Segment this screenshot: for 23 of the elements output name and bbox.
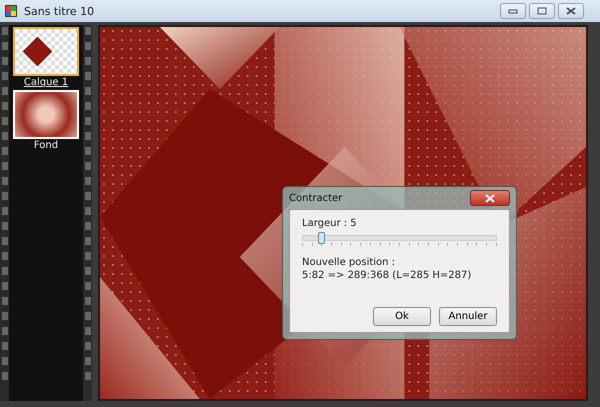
width-label: Largeur : 5 bbox=[302, 218, 358, 229]
close-button[interactable] bbox=[558, 3, 584, 19]
minimize-button[interactable] bbox=[500, 3, 526, 19]
layer-item[interactable]: Fond bbox=[13, 90, 79, 151]
minimize-icon bbox=[508, 8, 518, 14]
layer-thumbnail[interactable] bbox=[13, 27, 79, 76]
close-icon bbox=[566, 7, 576, 15]
maximize-icon bbox=[537, 7, 547, 15]
window-title: Sans titre 10 bbox=[24, 4, 94, 18]
slider-thumb[interactable] bbox=[318, 232, 325, 244]
maximize-button[interactable] bbox=[529, 3, 555, 19]
position-value: 5:82 => 289:368 (L=285 H=287) bbox=[302, 270, 472, 281]
layer-name: Fond bbox=[34, 140, 58, 151]
dialog-button[interactable]: Ok bbox=[373, 307, 431, 326]
close-icon bbox=[485, 194, 495, 202]
dialog-title: Contracter bbox=[289, 192, 342, 204]
app-icon bbox=[4, 4, 18, 18]
position-label: Nouvelle position : bbox=[302, 257, 396, 268]
close-button[interactable] bbox=[470, 190, 510, 206]
layer-item[interactable]: Calque 1 bbox=[13, 27, 79, 88]
dialog-button[interactable]: Annuler bbox=[439, 307, 497, 326]
width-slider[interactable] bbox=[302, 233, 497, 241]
layer-name: Calque 1 bbox=[24, 77, 68, 88]
